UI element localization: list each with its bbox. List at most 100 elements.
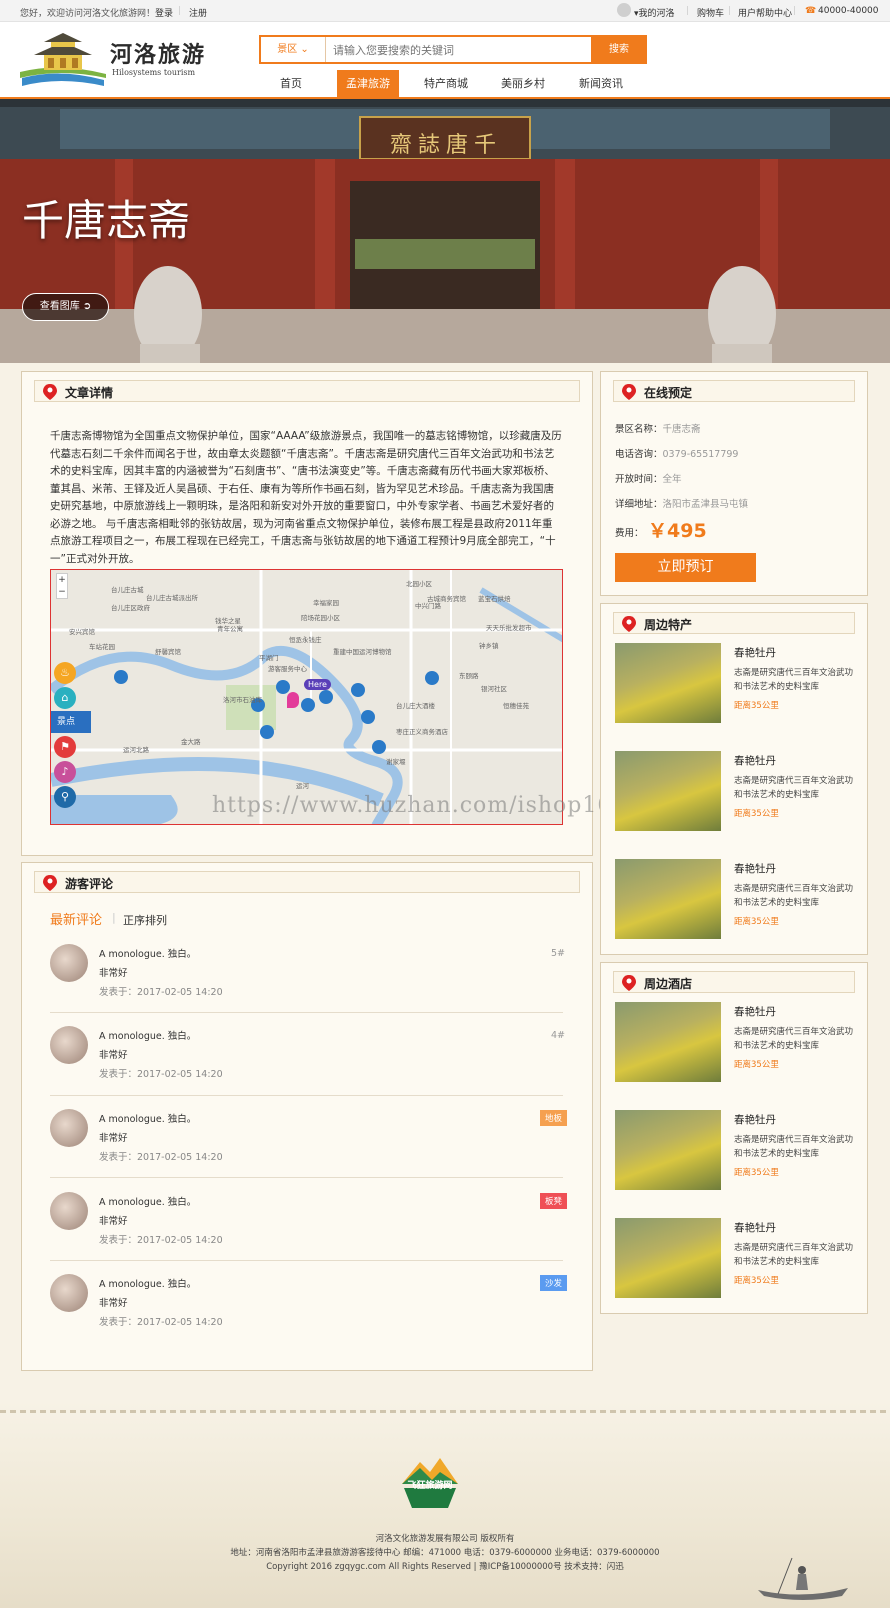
hotel-desc: 志斋是研究唐代三百年文治武功和书法艺术的史料宝库 [734, 1027, 854, 1051]
hotel-image[interactable] [615, 1110, 721, 1190]
logo-title: 河洛旅游 [110, 42, 207, 68]
map-label: 钟乡镇 [479, 642, 499, 650]
entertainment-filter-icon[interactable]: ♪ [54, 761, 76, 783]
avatar[interactable] [50, 944, 88, 982]
search-button[interactable]: 搜索 [591, 35, 647, 64]
map-label: 幸福家园 [313, 599, 339, 607]
scenic-name-value: 千唐志斋 [662, 424, 701, 435]
map-label: 舒馨宾馆 [155, 648, 181, 656]
specialty-title[interactable]: 春艳牡丹 [734, 753, 776, 768]
specialty-title[interactable]: 春艳牡丹 [734, 645, 776, 660]
poi-marker[interactable] [351, 683, 365, 697]
map-pin-icon [622, 975, 636, 991]
comments-heading: 游客评论 [65, 877, 114, 891]
divider: | [178, 6, 182, 16]
logo-subtitle: Hilosystems tourism [112, 68, 196, 77]
hotel-title[interactable]: 春艳牡丹 [734, 1004, 776, 1019]
cart-link[interactable]: 购物车 [697, 6, 724, 19]
hotel-image[interactable] [615, 1002, 721, 1082]
poi-marker[interactable] [425, 671, 439, 685]
avatar[interactable] [50, 1192, 88, 1230]
scenic-name-row: 景区名称：千唐志斋 [615, 421, 701, 435]
poi-marker[interactable] [276, 680, 290, 694]
hotel-title[interactable]: 春艳牡丹 [734, 1220, 776, 1235]
search-type-select[interactable]: 景区 ⌄ [261, 37, 326, 62]
comment-date: 发表于：2017-02-05 14:20 [99, 987, 223, 998]
scenic-filter-button[interactable]: 景点 [51, 711, 91, 733]
avatar[interactable] [50, 1026, 88, 1064]
comment-author: A monologue. 独白。 [99, 949, 197, 960]
register-link[interactable]: 注册 [189, 6, 207, 19]
fee-label: 费用： [615, 528, 644, 539]
comment-text: 非常好 [99, 1216, 128, 1227]
specialties-heading: 周边特产 [644, 618, 693, 632]
restaurant-filter-icon[interactable]: ♨ [54, 662, 76, 684]
comment-text: 非常好 [99, 968, 128, 979]
specialty-title[interactable]: 春艳牡丹 [734, 861, 776, 876]
phone-label: 电话咨询： [615, 449, 663, 460]
avatar[interactable] [50, 1274, 88, 1312]
poi-marker[interactable] [114, 670, 128, 684]
poi-marker[interactable] [319, 690, 333, 704]
comment-date: 发表于：2017-02-05 14:20 [99, 1235, 223, 1246]
view-gallery-button[interactable]: 查看图库 ➲ [22, 293, 109, 321]
comment-date: 发表于：2017-02-05 14:20 [99, 1152, 223, 1163]
current-location-pin[interactable] [287, 692, 299, 708]
specialty-image[interactable] [615, 859, 721, 939]
hotel-image[interactable] [615, 1218, 721, 1298]
map-label: 中兴门路 [415, 602, 441, 610]
map-zoom-control[interactable]: + − [56, 573, 68, 599]
phone-value: 0379-65517799 [662, 449, 739, 460]
comment-floor-number: 5# [551, 948, 566, 959]
specialty-image[interactable] [615, 751, 721, 831]
nav-news[interactable]: 新闻资讯 [570, 70, 632, 97]
shopping-filter-icon[interactable]: ⚑ [54, 736, 76, 758]
login-link[interactable]: 登录 [155, 6, 173, 19]
article-heading: 文章详情 [65, 386, 114, 400]
map-label: 东颐路 [459, 672, 479, 680]
my-account-link[interactable]: ▾我的河洛 [634, 6, 675, 19]
hotel-distance: 距离35公里 [734, 1168, 779, 1178]
floor-badge: 地板 [540, 1110, 568, 1126]
location-map[interactable]: + − Here ♨ ⌂ 景点 ⚑ ♪ ⚲ 台儿庄古城 台儿庄古城派出所 台儿庄区… [50, 569, 563, 825]
my-account-label: 我的河洛 [638, 9, 675, 19]
phone-row: 电话咨询：0379-65517799 [615, 446, 738, 460]
specialty-desc: 志斋是研究唐代三百年文治武功和书法艺术的史料宝库 [734, 884, 854, 908]
logo-pavilion-icon[interactable] [20, 28, 106, 88]
poi-marker[interactable] [301, 698, 315, 712]
poi-marker[interactable] [372, 740, 386, 754]
specialty-distance: 距离35公里 [734, 809, 779, 819]
book-now-button[interactable]: 立即预订 [615, 553, 756, 582]
avatar[interactable] [50, 1109, 88, 1147]
welcome-text: 您好，欢迎访问河洛文化旅游网！ [20, 9, 156, 19]
price-value: ￥495 [648, 520, 707, 542]
comment-floor-number: 4# [551, 1030, 566, 1041]
map-label: 游客服务中心 [268, 665, 307, 673]
specialty-distance: 距离35公里 [734, 701, 779, 711]
restroom-filter-icon[interactable]: ⚲ [54, 786, 76, 808]
nav-beautiful-village[interactable]: 美丽乡村 [492, 70, 554, 97]
help-center-link[interactable]: 用户帮助中心 [738, 6, 792, 19]
map-label: 北园小区 [406, 580, 432, 588]
specialty-desc: 志斋是研究唐代三百年文治武功和书法艺术的史料宝库 [734, 776, 854, 800]
tab-latest-comments[interactable]: 最新评论 [50, 909, 102, 928]
search-input[interactable] [333, 40, 573, 60]
hotel-filter-icon[interactable]: ⌂ [54, 687, 76, 709]
footer: 飞狂旅游网 河洛文化旅游发展有限公司 版权所有 地址：河南省洛阳市孟津县旅游游客… [0, 1400, 890, 1608]
hotel-desc: 志斋是研究唐代三百年文治武功和书法艺术的史料宝库 [734, 1243, 854, 1267]
specialty-image[interactable] [615, 643, 721, 723]
poi-marker[interactable] [361, 710, 375, 724]
nav-home[interactable]: 首页 [260, 70, 322, 97]
footer-border [0, 1410, 890, 1413]
nav-specialty-mall[interactable]: 特产商城 [415, 70, 477, 97]
map-label: 蓝宝石烘焙 [478, 595, 511, 603]
hotel-title[interactable]: 春艳牡丹 [734, 1112, 776, 1127]
poi-marker[interactable] [260, 725, 274, 739]
tab-ascending-order[interactable]: 正序排列 [123, 912, 167, 928]
comment-author: A monologue. 独白。 [99, 1197, 197, 1208]
chevron-down-icon: ⌄ [300, 44, 309, 55]
map-label: 台儿庄古城派出所 [146, 594, 198, 602]
scenic-name-label: 景区名称： [615, 424, 663, 435]
here-marker[interactable]: Here [304, 679, 331, 690]
nav-mengjin-tourism[interactable]: 孟津旅游 [337, 70, 399, 97]
